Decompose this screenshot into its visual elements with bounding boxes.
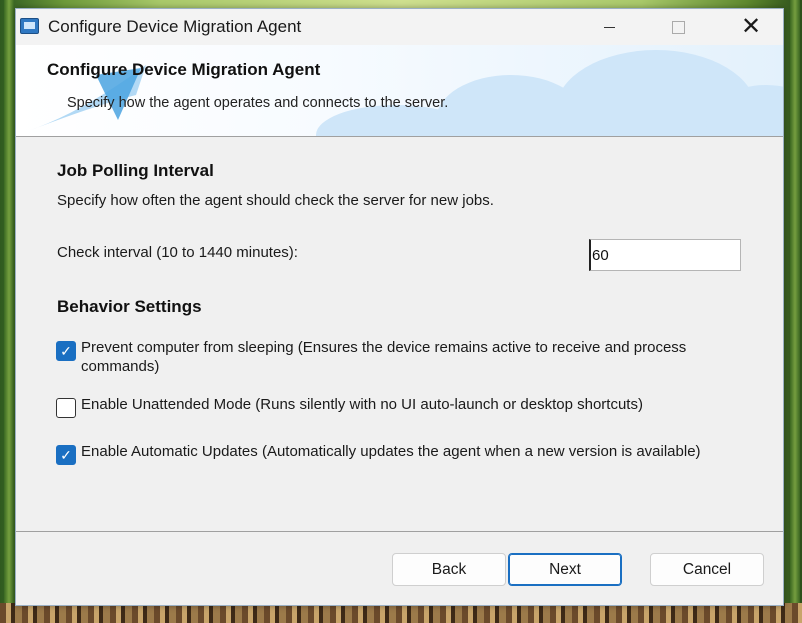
banner-title: Configure Device Migration Agent [47, 60, 321, 79]
behavior-heading: Behavior Settings [57, 297, 202, 316]
auto-updates-label: Enable Automatic Updates (Automatically … [81, 443, 701, 460]
installer-dialog: Configure Device Migration Agent ✕ Confi… [15, 8, 784, 606]
close-icon: ✕ [740, 13, 762, 40]
interval-label: Check interval (10 to 1440 minutes): [57, 244, 298, 261]
unattended-mode-label: Enable Unattended Mode (Runs silently wi… [81, 396, 643, 413]
check-interval-input[interactable] [589, 239, 741, 271]
prevent-sleep-option[interactable]: ✓ Prevent computer from sleeping (Ensure… [56, 338, 731, 376]
polling-description: Specify how often the agent should check… [57, 192, 494, 209]
app-icon [20, 18, 39, 34]
auto-updates-option[interactable]: ✓ Enable Automatic Updates (Automaticall… [56, 442, 731, 465]
title-bar[interactable]: Configure Device Migration Agent ✕ [16, 9, 783, 45]
minimize-icon [603, 26, 615, 28]
cancel-button[interactable]: Cancel [650, 553, 764, 586]
header-banner: Configure Device Migration Agent Specify… [16, 45, 783, 137]
close-button[interactable]: ✕ [728, 9, 774, 45]
prevent-sleep-checkbox[interactable]: ✓ [56, 341, 76, 361]
maximize-icon [671, 20, 685, 34]
next-button[interactable]: Next [508, 553, 622, 586]
unattended-mode-option[interactable]: Enable Unattended Mode (Runs silently wi… [56, 395, 731, 418]
prevent-sleep-label: Prevent computer from sleeping (Ensures … [81, 339, 687, 375]
background-ground [0, 603, 802, 623]
maximize-button[interactable] [655, 9, 701, 45]
window-title: Configure Device Migration Agent [48, 17, 302, 36]
bamboo-stalk [790, 0, 800, 623]
banner-subtitle: Specify how the agent operates and conne… [67, 95, 449, 111]
footer-divider [16, 531, 783, 532]
polling-heading: Job Polling Interval [57, 161, 214, 180]
back-button[interactable]: Back [392, 553, 506, 586]
minimize-button[interactable] [586, 9, 632, 45]
unattended-mode-checkbox[interactable] [56, 398, 76, 418]
bamboo-stalk [4, 0, 14, 623]
auto-updates-checkbox[interactable]: ✓ [56, 445, 76, 465]
